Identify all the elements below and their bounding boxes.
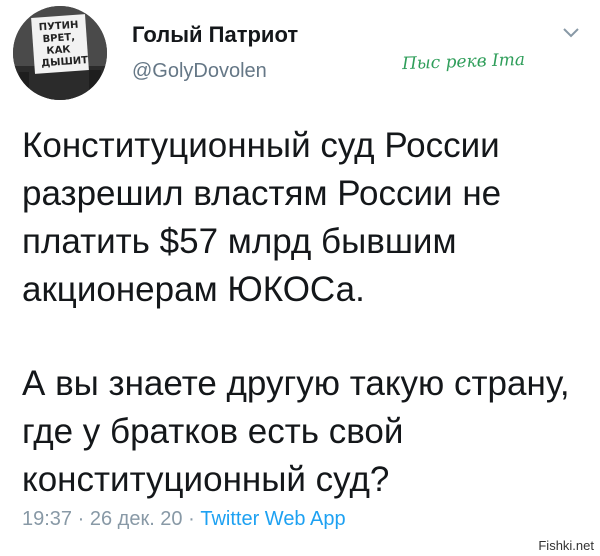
chevron-down-icon[interactable]: [561, 26, 581, 40]
tweet-meta: 19:37 · 26 дек. 20 · Twitter Web App: [22, 508, 346, 531]
tweet-text: Конституционный суд России разрешил влас…: [22, 122, 582, 504]
tweet-source-link[interactable]: Twitter Web App: [200, 508, 345, 530]
tweet-date[interactable]: 26 дек. 20: [90, 508, 183, 530]
svg-text:ВРЕТ,: ВРЕТ,: [42, 32, 75, 45]
avatar-image: ПУТИН ВРЕТ, КАК ДЫШИТ: [13, 6, 107, 100]
tweet-paragraph: А вы знаете другую такую страну, где у б…: [22, 364, 570, 499]
site-watermark: Fishki.net: [538, 538, 594, 553]
meta-separator: ·: [182, 508, 201, 530]
tweet-time[interactable]: 19:37: [22, 508, 72, 530]
svg-text:КАК: КАК: [46, 44, 72, 57]
author-handle[interactable]: @GolyDovolen: [132, 60, 267, 83]
tweet-paragraph: Конституционный суд России разрешил влас…: [22, 126, 502, 309]
author-display-name[interactable]: Голый Патриот: [132, 22, 298, 48]
tweet-card: ПУТИН ВРЕТ, КАК ДЫШИТ Голый Патриот @Gol…: [0, 0, 600, 556]
meta-separator: ·: [72, 508, 90, 530]
signature-watermark: Пыс рекв Ima: [401, 49, 526, 75]
avatar[interactable]: ПУТИН ВРЕТ, КАК ДЫШИТ: [13, 6, 107, 100]
